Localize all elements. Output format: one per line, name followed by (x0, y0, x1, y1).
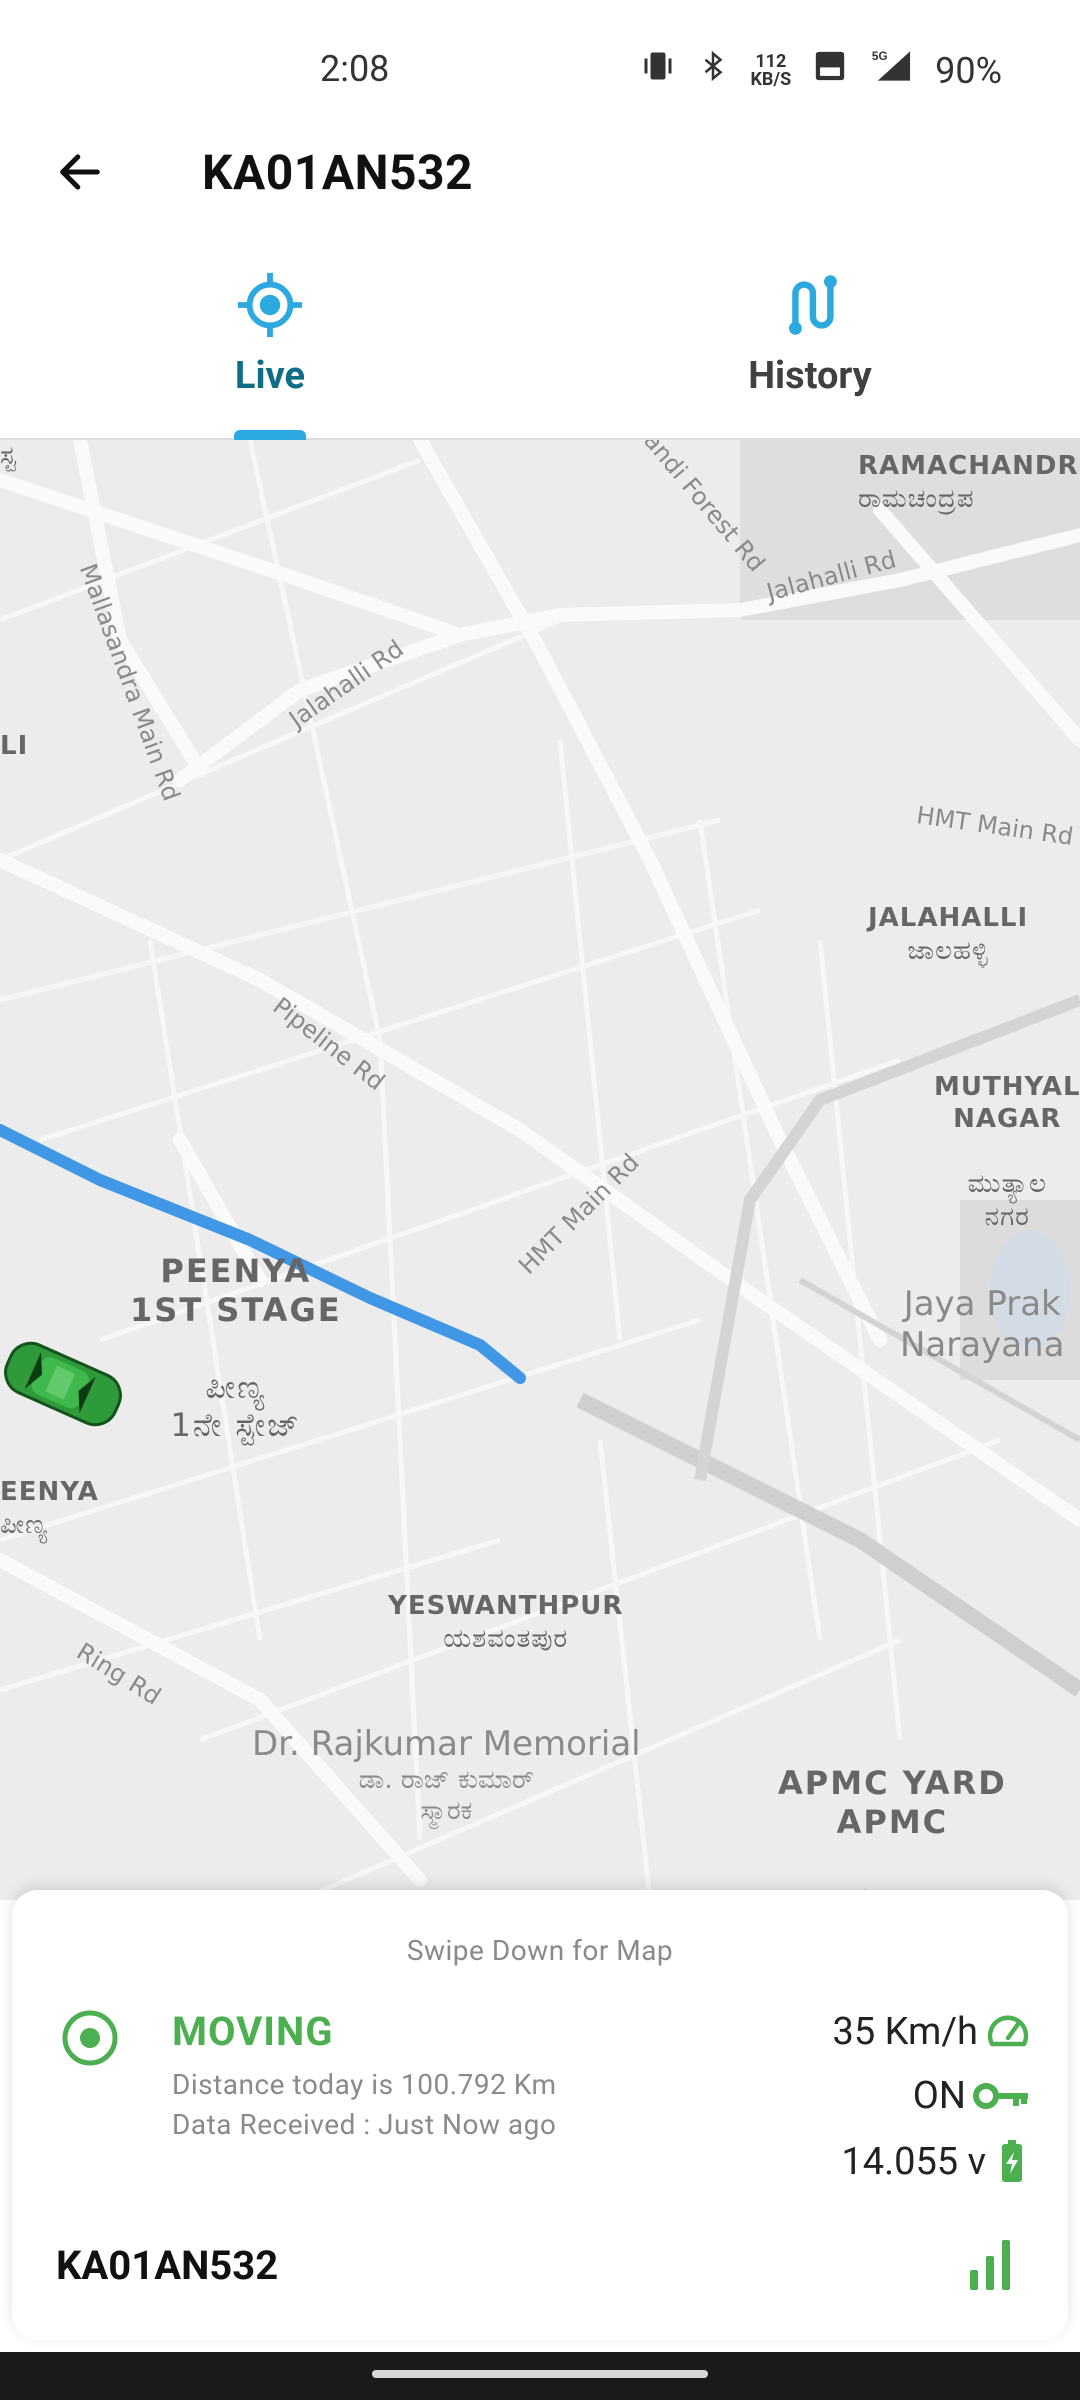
volte-icon (813, 49, 847, 92)
map-canvas (0, 440, 1080, 1900)
ignition-value: ON (912, 2074, 966, 2118)
area-label-yeswanthpur-kn: ಯಶವಂತಪುರ (443, 1623, 569, 1654)
area-label-jalahalli-kn: ಜಾಲಹಳ್ಳಿ (907, 935, 989, 966)
tab-history[interactable]: History (540, 250, 1080, 440)
bluetooth-icon (698, 48, 728, 93)
network-speed-unit: KB/S (750, 68, 792, 90)
svg-text:5G: 5G (872, 50, 888, 63)
poi-label-rajkumar-kn: ಡಾ. ರಾಜ್ ಕುಮಾರ್ ಸ್ಮಾರಕ (358, 1764, 535, 1826)
voltage-metric: 14.055 v (841, 2138, 1032, 2186)
area-label-ramachandra-kn: ರಾಮಚಂದ್ರಪ (858, 483, 975, 514)
area-label-muthyala: MUTHYAL NAGAR ಮುತ್ಯಾಲ ನಗರ (934, 1038, 1080, 1266)
active-tab-indicator (234, 430, 306, 440)
area-label-yeswanthpur-en: YESWANTHPUR (388, 1591, 624, 1621)
voltage-value: 14.055 v (841, 2140, 986, 2184)
area-label-apmc: APMC YARD APMC ಯಾರ್ಡ್ (778, 1726, 1007, 1900)
network-speed: 112 KB/S (750, 52, 792, 90)
arrow-back-icon (60, 154, 100, 190)
vibrate-icon (640, 48, 676, 93)
poi-label-rajkumar: Dr. Rajkumar Memorial ಡಾ. ರಾಜ್ ಕುಮಾರ್ ಸ್… (252, 1724, 641, 1827)
speed-value: 35 Km/h (832, 2010, 979, 2054)
map-view[interactable]: Mallasandra Main Rd Jalahalli Rd Jalahal… (0, 440, 1080, 1900)
tab-history-label: History (748, 354, 872, 398)
poi-label-rajkumar-en: Dr. Rajkumar Memorial (252, 1724, 641, 1764)
area-label-muthyala-en: MUTHYAL NAGAR (934, 1071, 1080, 1135)
status-bar: 2:08 112 KB/S 5G 90% (0, 0, 1080, 140)
page-title: KA01AN532 (202, 144, 474, 201)
area-label-peenya-en: PEENYA 1ST STAGE (130, 1252, 342, 1329)
back-button[interactable] (48, 140, 112, 204)
status-icons: 112 KB/S 5G 90% (640, 48, 1002, 93)
area-label-muthyala-kn: ಮುತ್ಯಾಲ ನಗರ (967, 1169, 1047, 1232)
speedometer-icon (987, 2015, 1029, 2047)
moving-status-icon (62, 2010, 118, 2066)
swipe-hint: Swipe Down for Map (406, 1934, 674, 1967)
ignition-metric: ON (913, 2074, 1032, 2118)
key-icon (973, 2083, 1028, 2109)
area-label-peenya-2: EENYA ಪೀಣ್ಯ (0, 1476, 99, 1541)
system-nav-bar (0, 2352, 1080, 2400)
area-label-peenya-2-en: EENYA (0, 1477, 99, 1507)
tab-live[interactable]: Live (0, 250, 540, 440)
area-label-peenya-2-kn: ಪೀಣ್ಯ (0, 1509, 49, 1540)
status-time: 2:08 (320, 48, 390, 90)
signal-5g-icon: 5G (869, 48, 913, 93)
route-history-icon (789, 275, 837, 335)
area-label-edge: LI (0, 731, 29, 761)
distance-today: Distance today is 100.792 Km (172, 2068, 557, 2101)
area-label-top-left: ಸ್ಟ (0, 441, 17, 471)
data-received: Data Received : Just Now ago (172, 2108, 557, 2141)
live-location-icon (237, 272, 303, 338)
speed-metric: 35 Km/h (833, 2008, 1033, 2056)
area-label-ramachandra-en: RAMACHANDR (858, 451, 1079, 481)
area-label-apmc-en: APMC YARD APMC (778, 1764, 1007, 1841)
tab-bar: Live History (0, 250, 1080, 440)
home-gesture-pill[interactable] (372, 2370, 708, 2378)
area-label-peenya-kn: ಪೀಣ್ಯ 1ನೇ ಸ್ಟೇಜ್ (170, 1367, 302, 1444)
tab-live-label: Live (234, 354, 306, 398)
signal-strength-icon (970, 2240, 1010, 2290)
battery-percent: 90% (935, 49, 1002, 92)
area-label-jalahalli: JALAHALLI ಜಾಲಹಳ್ಳಿ (868, 902, 1028, 967)
area-label-ramachandra: RAMACHANDR ರಾಮಚಂದ್ರಪ (858, 450, 1078, 515)
area-label-yeswanthpur: YESWANTHPUR ಯಶವಂತಪುರ (388, 1590, 623, 1655)
battery-charging-icon (1002, 2140, 1022, 2182)
area-label-jalahalli-en: JALAHALLI (868, 903, 1029, 933)
vehicle-info-sheet[interactable]: Swipe Down for Map MOVING Distance today… (12, 1890, 1068, 2340)
app-header: KA01AN532 (0, 120, 1080, 240)
poi-label-jaya-prakash: Jaya Prak Narayana (900, 1284, 1065, 1365)
area-label-peenya: PEENYA 1ST STAGE ಪೀಣ್ಯ 1ನೇ ಸ್ಟೇಜ್ (130, 1214, 342, 1483)
vehicle-status: MOVING (172, 2008, 334, 2055)
vehicle-plate: KA01AN532 (56, 2242, 279, 2289)
